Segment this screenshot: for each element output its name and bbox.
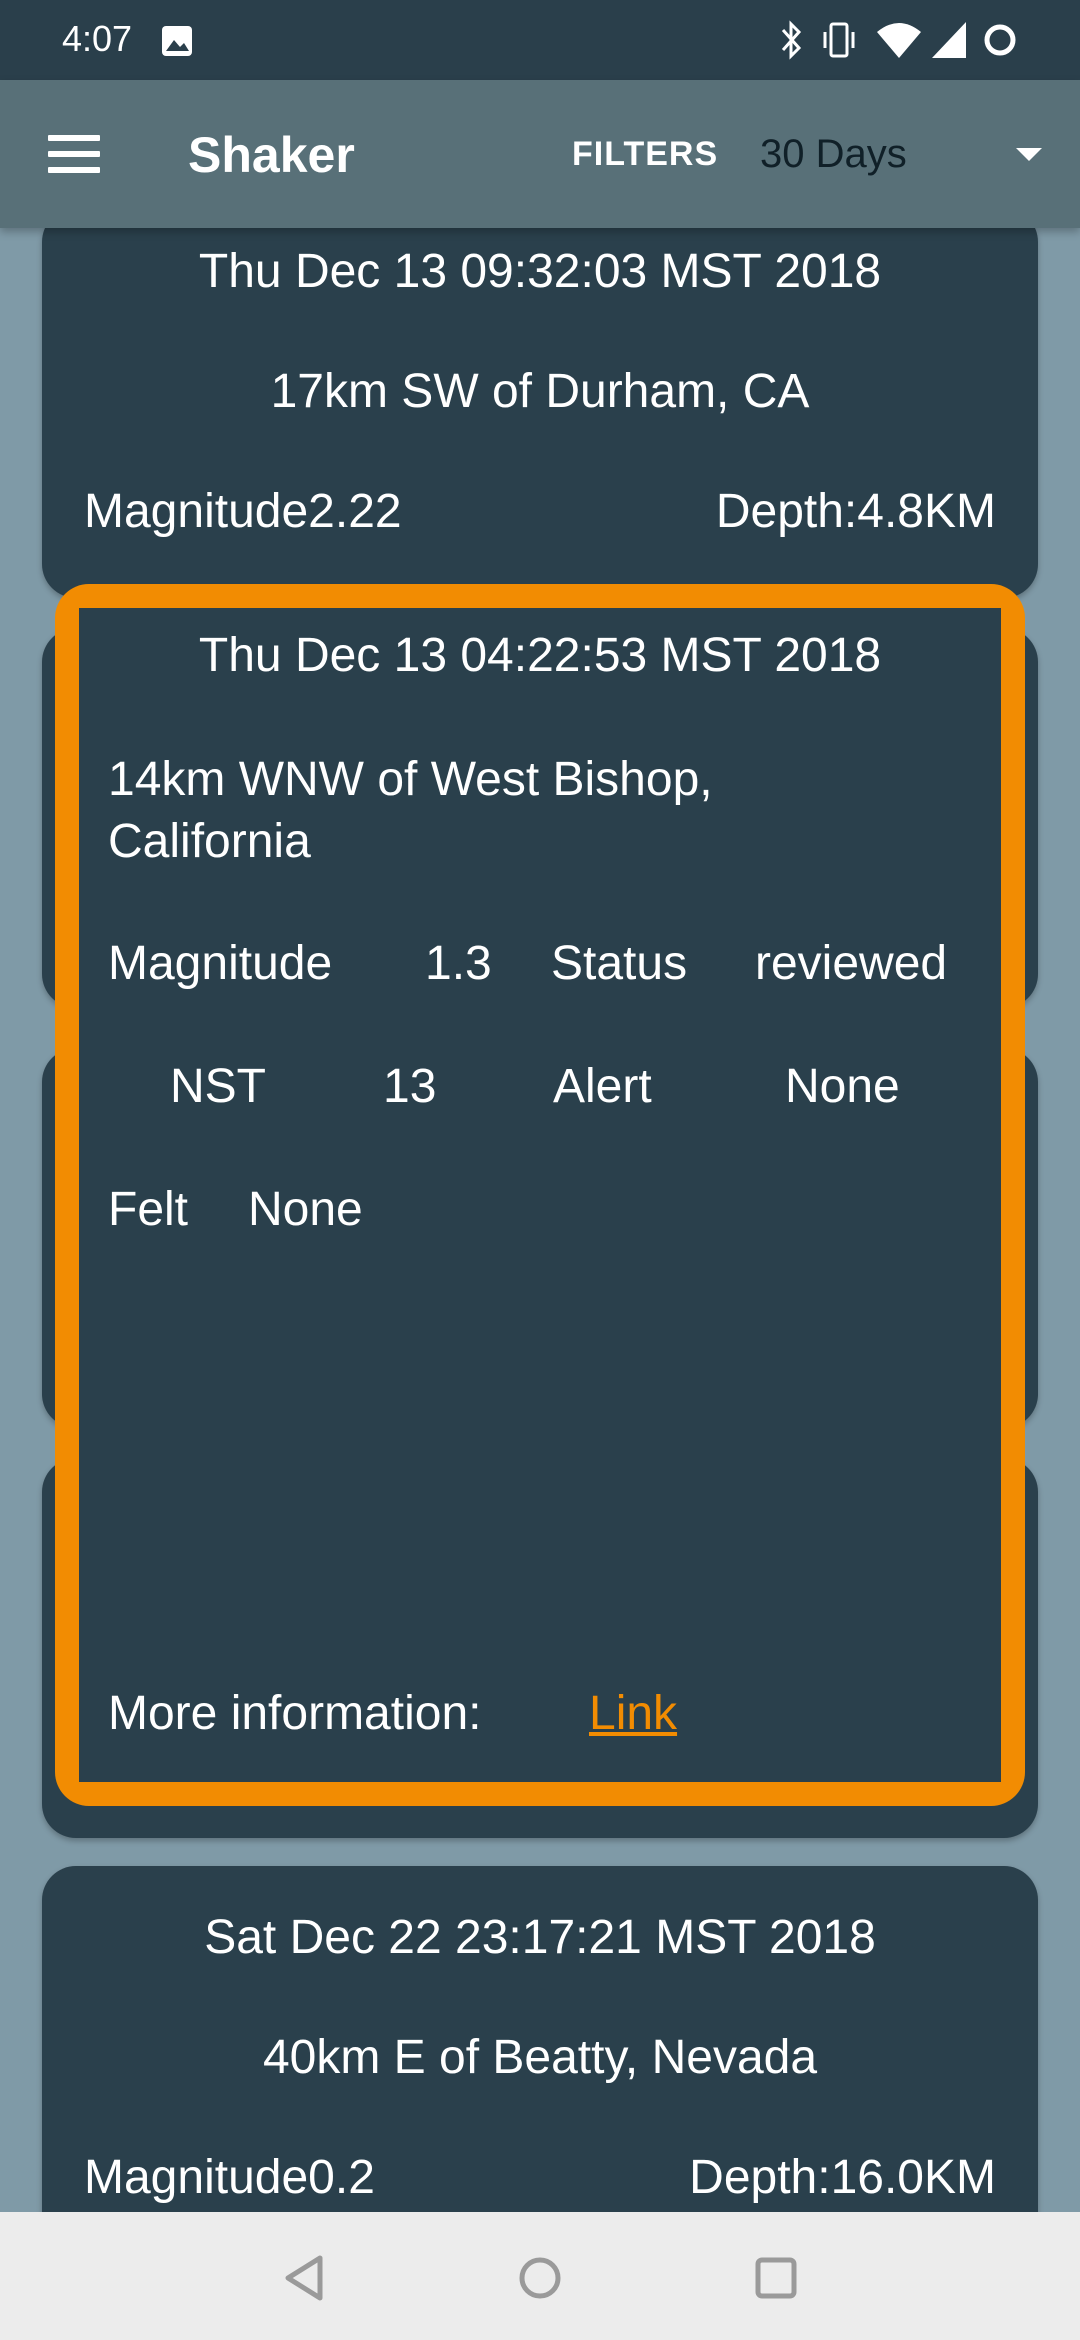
card-place: 40km E of Beatty, Nevada [262, 2031, 818, 2084]
card-depth: Depth:16.0KM [689, 2151, 996, 2204]
card-depth: Depth:4.8KM [715, 485, 996, 538]
felt-label: Felt [108, 1183, 189, 1236]
filters-button[interactable]: FILTERS [572, 135, 718, 174]
dropdown-arrow-icon [1016, 148, 1042, 161]
status-time: 4:07 [62, 18, 133, 59]
card-date: Sat Dec 22 23:17:21 MST 2018 [204, 1911, 876, 1964]
card-magnitude: Magnitude0.2 [84, 2151, 375, 2204]
menu-icon[interactable] [48, 135, 100, 173]
alert-label: Alert [553, 1060, 652, 1113]
more-info-label: More information: [108, 1687, 482, 1740]
time-range-select[interactable]: 30 Days [760, 132, 1060, 188]
back-icon[interactable] [276, 2248, 336, 2308]
card-date: Thu Dec 13 09:32:03 MST 2018 [198, 245, 882, 298]
app-title: Shaker [188, 127, 355, 183]
status-value: reviewed [755, 937, 948, 990]
alert-value: None [785, 1060, 900, 1113]
vibrate-icon [823, 22, 855, 58]
recents-icon[interactable] [746, 2248, 806, 2308]
time-range-value: 30 Days [760, 132, 907, 176]
battery-icon [984, 24, 1016, 56]
navigation-bar [0, 2212, 1080, 2340]
magnitude-value: 1.3 [425, 937, 492, 990]
earthquake-card[interactable]: Thu Dec 13 09:32:03 MST 2018 17km SW of … [42, 228, 1038, 598]
bluetooth-icon [781, 20, 802, 60]
nst-label: NST [170, 1060, 266, 1113]
more-info-link[interactable]: Link [589, 1686, 677, 1741]
felt-value: None [248, 1183, 363, 1236]
card-magnitude: Magnitude2.22 [84, 485, 402, 538]
app-bar: Shaker FILTERS 30 Days [0, 80, 1080, 228]
detail-content: Thu Dec 13 04:22:53 MST 2018 14km WNW of… [79, 608, 1001, 1782]
status-bar: 4:07 [0, 0, 1080, 80]
detail-place-line1: 14km WNW of West Bishop, [108, 753, 713, 806]
wifi-icon [877, 23, 921, 58]
earthquake-detail-card[interactable]: Thu Dec 13 04:22:53 MST 2018 14km WNW of… [55, 584, 1025, 1806]
magnitude-label: Magnitude [108, 937, 333, 990]
status-label: Status [551, 937, 688, 990]
cell-signal-icon [932, 22, 966, 58]
detail-place-line2: California [108, 815, 311, 868]
earthquake-card[interactable]: Sat Dec 22 23:17:21 MST 2018 40km E of B… [42, 1866, 1038, 2212]
nst-value: 13 [383, 1060, 437, 1113]
detail-date: Thu Dec 13 04:22:53 MST 2018 [198, 629, 882, 682]
image-notification-icon [162, 26, 192, 56]
home-icon[interactable] [510, 2248, 570, 2308]
card-place: 17km SW of Durham, CA [270, 365, 810, 418]
